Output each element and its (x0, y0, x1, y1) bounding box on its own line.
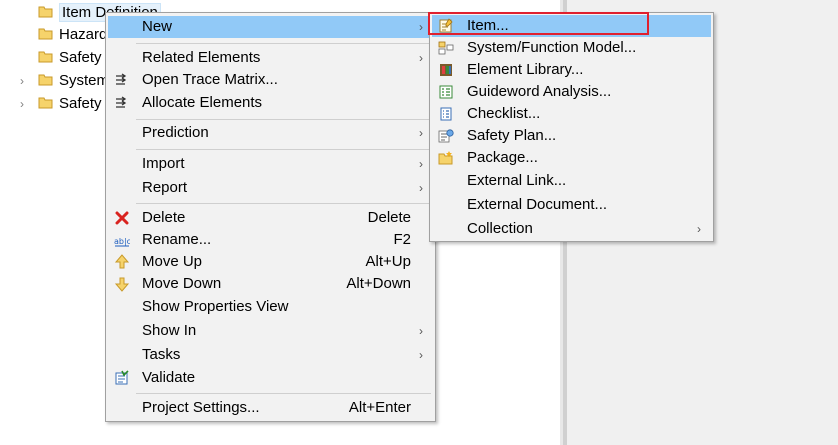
element-library-icon (438, 62, 454, 78)
submenu-arrow-icon: › (419, 51, 423, 65)
tree-item-label: Safety (59, 49, 102, 66)
folder-open-icon (38, 97, 53, 109)
expand-chevron-icon[interactable]: › (20, 70, 32, 92)
menu-separator (136, 119, 431, 120)
checklist-icon (438, 106, 454, 122)
submenu-item-package[interactable]: Package... (432, 147, 711, 169)
menu-item-related-elements[interactable]: Related Elements › (108, 47, 433, 69)
submenu-arrow-icon: › (419, 126, 423, 140)
menu-item-move-up[interactable]: Move Up Alt+Up (108, 251, 433, 273)
move-up-icon (114, 254, 130, 270)
submenu-item-safety-plan[interactable]: Safety Plan... (432, 125, 711, 147)
trace-matrix-icon (114, 72, 130, 88)
tree-item-hazard[interactable]: Hazard (38, 24, 107, 46)
menu-item-tasks[interactable]: Tasks › (108, 344, 433, 366)
menu-item-prediction[interactable]: Prediction › (108, 122, 433, 144)
guideword-icon (438, 84, 454, 100)
submenu-arrow-icon: › (697, 222, 701, 236)
menu-item-move-down[interactable]: Move Down Alt+Down (108, 273, 433, 295)
menu-item-import[interactable]: Import › (108, 153, 433, 175)
menu-item-project-settings[interactable]: Project Settings... Alt+Enter (108, 397, 433, 419)
menu-separator (136, 43, 431, 44)
folder-open-icon (38, 74, 53, 86)
submenu-item-element-library[interactable]: Element Library... (432, 59, 711, 81)
tree-item-label: System (59, 72, 110, 89)
menu-separator (136, 203, 431, 204)
submenu-item-checklist[interactable]: Checklist... (432, 103, 711, 125)
menu-item-rename[interactable]: ab|c Rename... F2 (108, 229, 433, 251)
menu-item-allocate-elements[interactable]: Allocate Elements (108, 92, 433, 114)
submenu-item-system-function-model[interactable]: System/Function Model... (432, 37, 711, 59)
expand-chevron-icon[interactable]: › (20, 93, 32, 115)
submenu-item-item[interactable]: Item... (432, 15, 711, 37)
submenu-arrow-icon: › (419, 20, 423, 34)
tree-item-safety-2[interactable]: › Safety (20, 93, 102, 115)
move-down-icon (114, 276, 130, 292)
svg-text:ab|c: ab|c (114, 237, 130, 246)
menu-item-report[interactable]: Report › (108, 177, 433, 199)
new-submenu: Item... System/Function Model... Element… (429, 12, 714, 242)
folder-open-icon (38, 28, 53, 40)
submenu-arrow-icon: › (419, 181, 423, 195)
menu-item-open-trace-matrix[interactable]: Open Trace Matrix... (108, 69, 433, 91)
allocate-icon (114, 95, 130, 111)
tree-item-safety[interactable]: Safety (38, 47, 102, 69)
package-icon (438, 150, 454, 166)
menu-item-new[interactable]: New › (108, 16, 433, 38)
submenu-arrow-icon: › (419, 324, 423, 338)
submenu-item-external-document[interactable]: External Document... (432, 194, 711, 216)
folder-open-icon (38, 6, 53, 18)
tree-item-label: Hazard (59, 26, 108, 43)
delete-icon (114, 210, 130, 226)
submenu-item-guideword-analysis[interactable]: Guideword Analysis... (432, 81, 711, 103)
tree-item-system[interactable]: › System (20, 70, 110, 92)
context-menu: New › Related Elements › Open Trace Matr… (105, 12, 436, 422)
menu-item-show-properties-view[interactable]: Show Properties View (108, 296, 433, 318)
menu-separator (136, 149, 431, 150)
folder-open-icon (38, 51, 53, 63)
item-icon (438, 18, 454, 34)
menu-item-delete[interactable]: Delete Delete (108, 207, 433, 229)
menu-separator (136, 393, 431, 394)
validate-icon (114, 370, 130, 386)
rename-icon: ab|c (114, 232, 131, 248)
system-model-icon (438, 40, 454, 56)
menu-item-validate[interactable]: Validate (108, 367, 433, 389)
safety-plan-icon (438, 128, 454, 144)
submenu-arrow-icon: › (419, 348, 423, 362)
tree-item-label: Safety (59, 95, 102, 112)
submenu-item-collection[interactable]: Collection › (432, 218, 711, 240)
menu-item-show-in[interactable]: Show In › (108, 320, 433, 342)
submenu-arrow-icon: › (419, 157, 423, 171)
submenu-item-external-link[interactable]: External Link... (432, 170, 711, 192)
